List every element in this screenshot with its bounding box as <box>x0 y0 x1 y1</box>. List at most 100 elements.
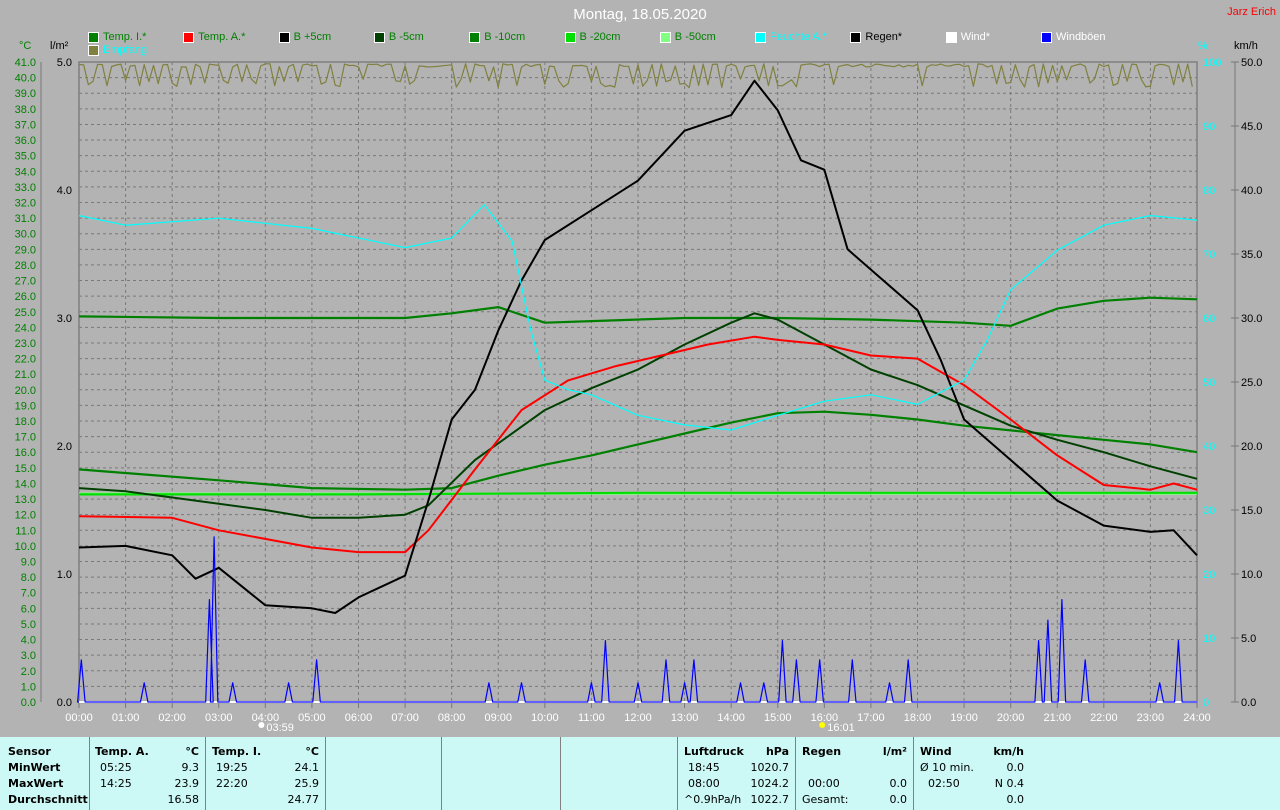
temp-tick-label: 0.0 <box>21 697 36 709</box>
wind-tick-label: 30.0 <box>1241 313 1262 325</box>
humidity-tick-label: 0 <box>1203 697 1209 709</box>
author-label: Jarz Erich <box>1227 6 1276 18</box>
stats-unit: km/h <box>993 745 1024 758</box>
sunset-time: 16:01 <box>827 722 855 734</box>
legend-item: B -50cm <box>659 31 716 43</box>
legend-item: Feuchte A.* <box>755 31 827 43</box>
legend-item: Empfang <box>88 44 147 56</box>
stats-title: Temp. A. <box>95 745 149 758</box>
x-tick-label: 15:00 <box>764 712 792 724</box>
stats-col-empty <box>561 737 678 810</box>
temp-tick-label: 41.0 <box>15 57 36 69</box>
stats-time: 08:00 <box>688 777 720 790</box>
wind-tick-label: 5.0 <box>1241 633 1256 645</box>
temp-tick-label: 39.0 <box>15 88 36 100</box>
legend-item: B -5cm <box>373 31 424 43</box>
stats-label-avg: Durchschnitt <box>8 793 88 806</box>
legend-swatch <box>564 31 576 43</box>
stats-time: 18:45 <box>688 761 720 774</box>
humidity-tick-label: 30 <box>1203 505 1215 517</box>
chart-title: Montag, 18.05.2020 <box>573 6 707 23</box>
temp-tick-label: 32.0 <box>15 197 36 209</box>
x-tick-label: 10:00 <box>531 712 559 724</box>
x-tick-label: 02:00 <box>158 712 186 724</box>
stats-col-pressure: Luftdruck hPa 18:45 1020.7 08:00 1024.2 … <box>678 737 796 810</box>
wind-tick-label: 35.0 <box>1241 249 1262 261</box>
stats-time: 05:25 <box>100 761 132 774</box>
x-tick-label: 19:00 <box>950 712 978 724</box>
legend-item: B -20cm <box>564 31 621 43</box>
humidity-tick-label: 50 <box>1203 377 1215 389</box>
temp-tick-label: 20.0 <box>15 385 36 397</box>
stats-title: Temp. I. <box>212 745 262 758</box>
legend-swatch <box>373 31 385 43</box>
temp-tick-label: 7.0 <box>21 588 36 600</box>
temp-tick-label: 12.0 <box>15 510 36 522</box>
stats-value: 0.0 <box>889 793 908 806</box>
stats-col-rain: Regen l/m² 00:00 0.0 Gesamt: 0.0 <box>796 737 914 810</box>
legend-label: B -5cm <box>388 31 424 43</box>
sunrise-time: 03:59 <box>266 722 294 734</box>
rain-axis-unit: l/m² <box>50 40 69 52</box>
temp-tick-label: 28.0 <box>15 260 36 272</box>
legend-label: Windböen <box>1056 31 1106 43</box>
legend-label: Temp. A.* <box>198 31 246 43</box>
legend-label: Empfang <box>103 44 148 56</box>
statistics-panel: Sensor MinWert MaxWert Durchschnitt Temp… <box>0 737 1280 810</box>
x-tick-label: 20:00 <box>997 712 1025 724</box>
legend-label: Feuchte A.* <box>770 31 827 43</box>
temp-tick-label: 37.0 <box>15 119 36 131</box>
stats-value: 0.0 <box>1006 761 1025 774</box>
stats-time: Ø 10 min. <box>920 761 974 774</box>
humidity-tick-label: 100 <box>1203 57 1221 69</box>
stats-unit: hPa <box>765 745 789 758</box>
stats-col-wind: Wind km/h Ø 10 min. 0.0 02:50 N 0.4 0.0 <box>914 737 1030 810</box>
legend-label: B +5cm <box>293 31 332 43</box>
legend-item: B +5cm <box>278 31 332 43</box>
temp-tick-label: 4.0 <box>21 635 36 647</box>
stats-header-sensor: Sensor <box>8 745 51 758</box>
temp-tick-label: 3.0 <box>21 650 36 662</box>
stats-col-temp-i: Temp. I. °C 19:25 24.1 22:20 25.9 24.77 <box>206 737 326 810</box>
x-tick-label: 13:00 <box>671 712 699 724</box>
rain-tick-label: 4.0 <box>57 185 72 197</box>
humidity-tick-label: 60 <box>1203 313 1215 325</box>
temp-tick-label: 18.0 <box>15 416 36 428</box>
wind-tick-label: 45.0 <box>1241 121 1262 133</box>
legend-swatch <box>1041 31 1052 43</box>
temp-axis-unit: °C <box>19 40 32 52</box>
legend-item: Temp. I.* <box>88 31 146 43</box>
legend-item: Wind* <box>945 31 990 43</box>
temp-tick-label: 11.0 <box>15 525 36 537</box>
stats-time: 22:20 <box>216 777 248 790</box>
stats-value: 25.9 <box>294 777 320 790</box>
temp-tick-label: 23.0 <box>15 338 36 350</box>
legend-item: B -10cm <box>469 31 525 43</box>
rain-tick-label: 1.0 <box>57 569 72 581</box>
temp-tick-label: 13.0 <box>15 494 36 506</box>
stats-time: ^0.9hPa/h <box>684 793 742 806</box>
wind-tick-label: 10.0 <box>1241 569 1262 581</box>
legend-swatch <box>850 31 862 43</box>
temp-tick-label: 26.0 <box>15 291 36 303</box>
stats-col-empty <box>326 737 442 810</box>
temp-tick-label: 22.0 <box>15 354 36 366</box>
x-tick-label: 17:00 <box>857 712 885 724</box>
x-tick-label: 00:00 <box>65 712 93 724</box>
stats-title: Wind <box>920 745 952 758</box>
wind-tick-label: 15.0 <box>1241 505 1262 517</box>
x-tick-label: 05:00 <box>298 712 326 724</box>
rain-tick-label: 5.0 <box>57 57 72 69</box>
temp-tick-label: 6.0 <box>21 603 36 615</box>
stats-time: 00:00 <box>808 777 840 790</box>
temp-tick-label: 40.0 <box>15 73 36 85</box>
legend-item: Regen* <box>850 31 902 43</box>
temp-tick-label: 36.0 <box>15 135 36 147</box>
wind-tick-label: 20.0 <box>1241 441 1262 453</box>
x-tick-label: 23:00 <box>1137 712 1165 724</box>
stats-col-temp-a: Temp. A. °C 05:25 9.3 14:25 23.9 16.58 <box>90 737 206 810</box>
temp-tick-label: 35.0 <box>15 151 36 163</box>
stats-value: 1022.7 <box>750 793 790 806</box>
legend-label: B -20cm <box>579 31 621 43</box>
stats-label-min: MinWert <box>8 761 61 774</box>
